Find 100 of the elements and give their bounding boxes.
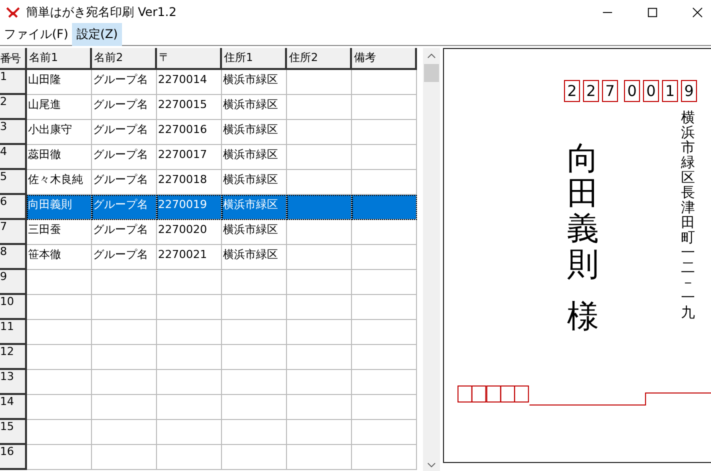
table-cell[interactable]: [27, 395, 92, 420]
row-number[interactable]: 7: [0, 220, 27, 245]
table-cell[interactable]: [92, 445, 157, 470]
scroll-down-icon[interactable]: [427, 462, 436, 468]
table-cell[interactable]: [352, 70, 417, 95]
row-number[interactable]: 14: [0, 395, 27, 420]
table-cell[interactable]: [27, 320, 92, 345]
table-cell[interactable]: [27, 295, 92, 320]
row-number[interactable]: 6: [0, 195, 27, 220]
table-cell[interactable]: 笹本徹: [27, 245, 92, 270]
table-cell[interactable]: 2270020: [157, 220, 222, 245]
table-cell[interactable]: [27, 445, 92, 470]
scroll-thumb[interactable]: [424, 64, 439, 82]
row-number[interactable]: 8: [0, 245, 27, 270]
column-header[interactable]: 〒: [157, 48, 222, 70]
table-cell[interactable]: [222, 345, 287, 370]
table-cell[interactable]: グループ名: [92, 120, 157, 145]
row-number[interactable]: 16: [0, 445, 27, 470]
table-cell[interactable]: [92, 270, 157, 295]
table-cell[interactable]: [157, 345, 222, 370]
table-cell[interactable]: [287, 95, 352, 120]
column-header[interactable]: 名前1: [27, 48, 92, 70]
table-cell[interactable]: 横浜市緑区: [222, 145, 287, 170]
table-cell[interactable]: [287, 270, 352, 295]
table-cell[interactable]: 山田隆: [27, 70, 92, 95]
table-cell[interactable]: [287, 320, 352, 345]
table-cell[interactable]: [222, 420, 287, 445]
table-cell[interactable]: [92, 295, 157, 320]
table-cell[interactable]: [157, 445, 222, 470]
maximize-icon[interactable]: [647, 6, 658, 18]
table-cell[interactable]: [352, 395, 417, 420]
table-cell[interactable]: [287, 195, 352, 220]
table-cell[interactable]: [27, 420, 92, 445]
table-cell[interactable]: [157, 370, 222, 395]
table-cell[interactable]: [222, 295, 287, 320]
row-number[interactable]: 3: [0, 120, 27, 145]
table-cell[interactable]: 蕊田徹: [27, 145, 92, 170]
table-cell[interactable]: 山尾進: [27, 95, 92, 120]
table-cell[interactable]: [352, 320, 417, 345]
table-cell[interactable]: 横浜市緑区: [222, 245, 287, 270]
table-cell[interactable]: [92, 420, 157, 445]
row-number[interactable]: 13: [0, 370, 27, 395]
scrollbar[interactable]: [423, 48, 440, 471]
table-cell[interactable]: 向田義則: [27, 195, 92, 220]
table-cell[interactable]: 2270017: [157, 145, 222, 170]
table-cell[interactable]: 横浜市緑区: [222, 195, 287, 220]
table-cell[interactable]: [157, 420, 222, 445]
table-cell[interactable]: [287, 420, 352, 445]
table-cell[interactable]: [222, 270, 287, 295]
row-number[interactable]: 11: [0, 320, 27, 345]
table-cell[interactable]: [157, 320, 222, 345]
column-header[interactable]: 名前2: [92, 48, 157, 70]
table-cell[interactable]: 2270016: [157, 120, 222, 145]
table-cell[interactable]: 小出康守: [27, 120, 92, 145]
table-cell[interactable]: グループ名: [92, 195, 157, 220]
row-number[interactable]: 9: [0, 270, 27, 295]
table-cell[interactable]: [92, 395, 157, 420]
table-cell[interactable]: [352, 370, 417, 395]
table-cell[interactable]: 2270014: [157, 70, 222, 95]
table-cell[interactable]: [352, 245, 417, 270]
table-cell[interactable]: 2270019: [157, 195, 222, 220]
table-cell[interactable]: グループ名: [92, 95, 157, 120]
table-cell[interactable]: [352, 145, 417, 170]
table-cell[interactable]: [352, 195, 417, 220]
table-cell[interactable]: [287, 70, 352, 95]
table-cell[interactable]: [157, 270, 222, 295]
close-icon[interactable]: [692, 6, 703, 18]
row-number[interactable]: 10: [0, 295, 27, 320]
table-cell[interactable]: [27, 370, 92, 395]
table-cell[interactable]: [287, 220, 352, 245]
table-cell[interactable]: [287, 445, 352, 470]
menu-item[interactable]: 設定(Z): [72, 23, 122, 46]
table-cell[interactable]: [222, 395, 287, 420]
column-header[interactable]: 住所1: [222, 48, 287, 70]
table-cell[interactable]: [27, 270, 92, 295]
table-cell[interactable]: 2270015: [157, 95, 222, 120]
table-cell[interactable]: 横浜市緑区: [222, 95, 287, 120]
table-cell[interactable]: グループ名: [92, 145, 157, 170]
table-cell[interactable]: 横浜市緑区: [222, 70, 287, 95]
table-cell[interactable]: [92, 345, 157, 370]
table-cell[interactable]: グループ名: [92, 245, 157, 270]
table-cell[interactable]: [287, 295, 352, 320]
table-cell[interactable]: [352, 420, 417, 445]
table-cell[interactable]: 横浜市緑区: [222, 220, 287, 245]
row-number[interactable]: 12: [0, 345, 27, 370]
table-cell[interactable]: [287, 145, 352, 170]
table-cell[interactable]: [27, 345, 92, 370]
row-number[interactable]: 1: [0, 70, 27, 95]
table-cell[interactable]: 横浜市緑区: [222, 120, 287, 145]
table-cell[interactable]: [157, 395, 222, 420]
row-number[interactable]: 15: [0, 420, 27, 445]
table-cell[interactable]: [352, 445, 417, 470]
table-cell[interactable]: 三田蚕: [27, 220, 92, 245]
table-cell[interactable]: [222, 445, 287, 470]
scroll-up-icon[interactable]: [427, 53, 436, 59]
table-cell[interactable]: [287, 245, 352, 270]
table-cell[interactable]: [157, 295, 222, 320]
table-cell[interactable]: グループ名: [92, 220, 157, 245]
column-header[interactable]: 備考: [352, 48, 417, 70]
menu-item[interactable]: ファイル(F): [0, 23, 72, 46]
